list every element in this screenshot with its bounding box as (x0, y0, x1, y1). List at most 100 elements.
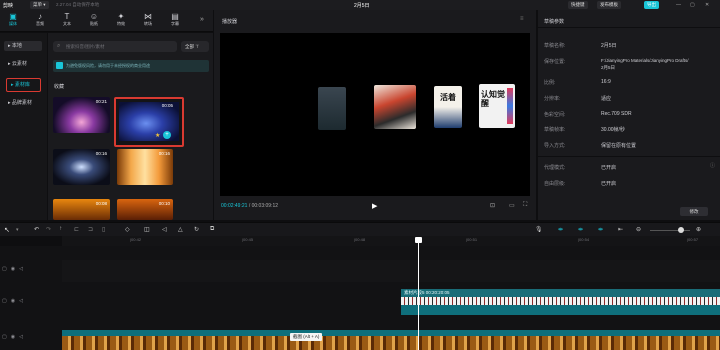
detail-value: 30.00帧/秒 (601, 127, 625, 133)
link-icon[interactable]: ⇹ (558, 226, 563, 233)
clip-thumbnails[interactable] (401, 297, 720, 305)
ruler-tick: |00:42 (130, 237, 142, 242)
material-thumb[interactable]: 00:21 (53, 97, 110, 133)
linkage-icon[interactable]: ⇹ (598, 226, 603, 233)
zoom-slider-handle[interactable] (678, 227, 684, 233)
playhead-handle[interactable] (415, 237, 422, 243)
playhead[interactable] (418, 238, 419, 350)
star-icon[interactable]: ★ (155, 132, 160, 139)
visibility-icon[interactable]: ◉ (11, 298, 15, 304)
ruler-tick: |00:57 (687, 237, 699, 242)
collapse-icon[interactable]: » (200, 16, 204, 23)
tab-transition[interactable]: ⋈ 转场 (138, 12, 158, 30)
clip-header[interactable]: 素材片段5 00:20:20:05 (401, 289, 720, 297)
material-thumb[interactable]: 00:10 (117, 199, 173, 220)
sidebar-item-library[interactable]: ▸ 素材库 (6, 78, 41, 92)
sidebar-item-brand[interactable]: ▸ 品牌素材 (4, 98, 42, 108)
delete-icon[interactable]: ▯ (102, 226, 105, 233)
crop-icon[interactable]: ⧉ (210, 226, 214, 233)
play-icon[interactable]: ▶ (372, 202, 377, 210)
zoom-in-icon[interactable]: ⊕ (696, 226, 701, 233)
minimize-icon[interactable]: — (676, 2, 681, 8)
visibility-icon[interactable]: ◉ (11, 334, 15, 340)
zoom-slider[interactable] (650, 230, 690, 231)
app-window: 剪映 菜单 ▾ 2.27.04 自动保存本地 2月5日 快捷键 发布模板 导出 … (0, 0, 720, 350)
detail-value: Rec.709 SDR (601, 111, 632, 117)
detail-value: 2月5日 (601, 65, 616, 70)
rotate-icon[interactable]: ↻ (194, 226, 199, 233)
text-icon: T (64, 12, 70, 21)
lock-icon[interactable]: ▢ (2, 298, 7, 304)
info-icon[interactable]: ⓘ (710, 162, 715, 169)
sidebar-item-cloud[interactable]: ▸ 云素材 (4, 59, 42, 69)
tab-text[interactable]: T 文本 (57, 12, 77, 30)
fit-icon[interactable]: ⊡ (490, 202, 495, 209)
freeze-icon[interactable]: ◫ (144, 226, 150, 233)
tab-sticker[interactable]: ☺ 贴纸 (84, 12, 104, 30)
search-input[interactable]: 搜索抖音/图片/素材 (66, 44, 105, 50)
split-right-icon[interactable]: ⊐ (88, 226, 93, 233)
snap-icon[interactable]: ⇹ (578, 226, 583, 233)
menu-button[interactable]: 菜单 ▾ (30, 1, 49, 9)
player-timecode: 00:02:49:21 / 00:03:09:12 (221, 203, 279, 209)
fullscreen-icon[interactable]: ⛶ (523, 202, 527, 209)
split-icon[interactable]: ⟊ (60, 226, 62, 233)
publish-template-button[interactable]: 发布模板 (597, 1, 621, 9)
detail-key: 草稿名称: (544, 43, 566, 49)
mirror-icon[interactable]: △ (178, 226, 183, 233)
search-box[interactable]: ⌕ 搜索抖音/图片/素材 (53, 41, 177, 52)
book-title: 活着 (440, 93, 456, 102)
tab-caption[interactable]: ▤ 字幕 (165, 12, 185, 30)
close-icon[interactable]: ✕ (705, 2, 709, 8)
material-thumb[interactable]: 00:16 (53, 149, 110, 185)
section-title: 收藏 (54, 84, 65, 90)
preview-axis-icon[interactable]: ⇤ (618, 226, 623, 233)
material-library: ⌕ 搜索抖音/图片/素材 全部 ⊤ 为避免版权风险，请勿用于未经授权的商业用途 … (48, 33, 213, 220)
detail-key: 自由层级: (544, 181, 566, 187)
reverse-icon[interactable]: ◁ (162, 226, 167, 233)
material-thumb[interactable]: 00:16 (117, 149, 173, 185)
lock-icon[interactable]: ▢ (2, 334, 7, 340)
add-icon[interactable]: + (163, 131, 171, 139)
marker-icon[interactable]: ◇ (125, 226, 130, 233)
clip-body[interactable] (401, 305, 720, 315)
media-icon: ▣ (9, 12, 17, 21)
maximize-icon[interactable]: ▢ (690, 2, 695, 8)
shortcut-button[interactable]: 快捷键 (568, 1, 588, 9)
main-clip-thumbnails[interactable] (62, 336, 720, 350)
undo-icon[interactable]: ↶ (34, 226, 39, 233)
audio-icon: ♪ (38, 12, 42, 21)
edit-button[interactable]: 修改 (680, 207, 708, 216)
lock-icon[interactable]: ▢ (2, 266, 7, 272)
split-left-icon[interactable]: ⊏ (74, 226, 79, 233)
ruler-tick: |00:51 (466, 237, 478, 242)
material-thumb-selected[interactable]: 00:05 ★ + (114, 97, 184, 147)
thumb-duration: 00:08 (95, 201, 107, 206)
timeline-ruler[interactable]: |00:42 |00:45 |00:48 |00:51 |00:54 |00:5… (62, 236, 720, 246)
zoom-out-icon[interactable]: ⊖ (636, 226, 641, 233)
ratio-icon[interactable]: ▭ (509, 202, 515, 209)
select-tool-icon[interactable]: ↖ (4, 226, 10, 234)
visibility-icon[interactable]: ◉ (11, 266, 15, 272)
thumb-duration: 00:16 (158, 151, 170, 156)
detail-key: 色彩空间: (544, 112, 566, 118)
mute-icon[interactable]: ◁ (19, 266, 23, 272)
player-menu-icon[interactable]: ≡ (520, 16, 524, 22)
dropdown-icon[interactable]: ▾ (16, 227, 19, 233)
detail-value: 适应 (601, 96, 612, 102)
filter-dropdown[interactable]: 全部 ⊤ (181, 41, 209, 52)
tab-effects[interactable]: ✦ 特效 (111, 12, 131, 30)
mute-icon[interactable]: ◁ (19, 298, 23, 304)
project-title: 2月5日 (354, 3, 370, 9)
tab-media[interactable]: ▣ 媒体 (3, 12, 23, 30)
tab-audio[interactable]: ♪ 音频 (30, 12, 50, 30)
sidebar-item-local[interactable]: ▸ 本地 (4, 41, 42, 51)
caption-icon: ▤ (171, 12, 179, 21)
detail-value: 2月5日 (601, 43, 617, 49)
redo-icon[interactable]: ↷ (46, 226, 51, 233)
material-thumb[interactable]: 00:08 (53, 199, 110, 220)
mute-icon[interactable]: ◁ (19, 334, 23, 340)
export-button[interactable]: 导出 (644, 1, 659, 9)
microphone-icon[interactable]: 🎙 (535, 226, 543, 233)
thumb-duration: 00:05 (161, 103, 173, 108)
